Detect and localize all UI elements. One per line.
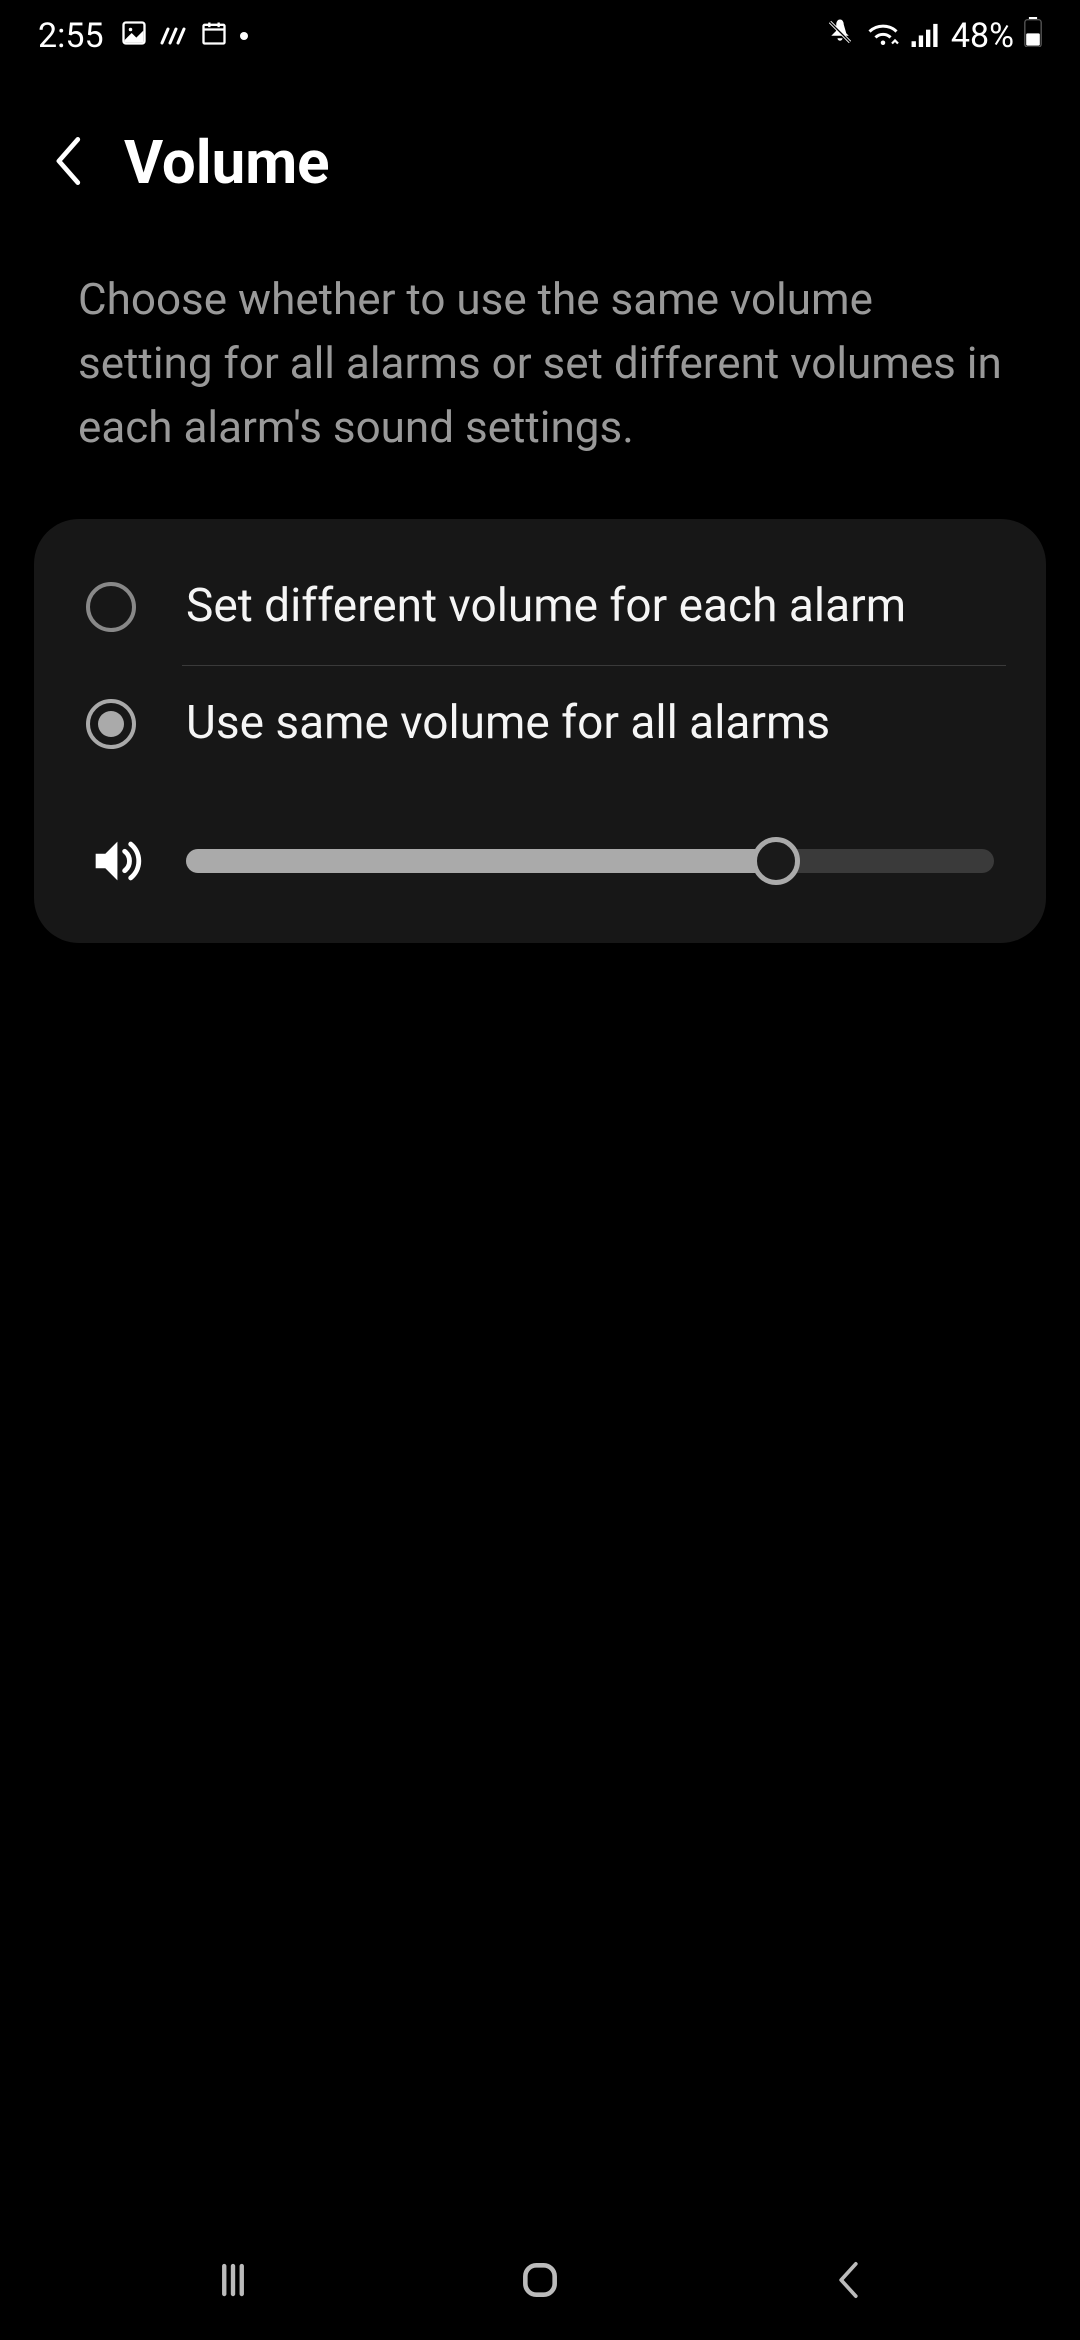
mute-icon xyxy=(825,16,855,56)
navigation-bar xyxy=(0,2220,1080,2340)
wifi-icon xyxy=(865,16,901,56)
battery-percentage: 48% xyxy=(951,16,1014,56)
chevron-left-icon xyxy=(50,134,84,188)
volume-settings-card: Set different volume for each alarm Use … xyxy=(34,519,1046,943)
page-description: Choose whether to use the same volume se… xyxy=(0,238,1080,519)
slider-track xyxy=(186,849,994,873)
back-button[interactable] xyxy=(50,134,84,192)
battery-icon xyxy=(1024,16,1042,56)
header: Volume xyxy=(0,72,1080,238)
status-time: 2:55 xyxy=(38,16,104,56)
radio-inner-dot xyxy=(98,711,124,737)
volume-slider[interactable] xyxy=(186,849,994,873)
radio-button-selected xyxy=(86,699,136,749)
signal-icon xyxy=(911,16,941,56)
radio-label: Use same volume for all alarms xyxy=(186,694,830,754)
slider-fill xyxy=(186,849,776,873)
radio-label: Set different volume for each alarm xyxy=(186,577,906,637)
calendar-icon xyxy=(200,16,228,56)
page-title: Volume xyxy=(124,127,330,198)
recents-icon xyxy=(212,2259,254,2301)
home-icon xyxy=(518,2258,562,2302)
speaker-icon xyxy=(86,832,144,890)
status-bar: 2:55 xyxy=(0,0,1080,72)
status-right: 48% xyxy=(825,16,1042,56)
nav-home-button[interactable] xyxy=(480,2258,600,2302)
more-notifications-icon xyxy=(240,32,248,40)
back-icon xyxy=(830,2258,864,2302)
nav-recents-button[interactable] xyxy=(173,2259,293,2301)
volume-slider-row xyxy=(64,782,1016,898)
radio-option-same-volume[interactable]: Use same volume for all alarms xyxy=(64,666,1016,782)
radio-option-different-volume[interactable]: Set different volume for each alarm xyxy=(64,549,1016,665)
gallery-icon xyxy=(120,16,148,56)
radio-button-unselected xyxy=(86,582,136,632)
status-icons-left xyxy=(120,16,248,56)
nav-back-button[interactable] xyxy=(787,2258,907,2302)
status-left: 2:55 xyxy=(38,16,248,56)
slider-thumb[interactable] xyxy=(752,837,800,885)
stripes-icon xyxy=(160,16,188,56)
